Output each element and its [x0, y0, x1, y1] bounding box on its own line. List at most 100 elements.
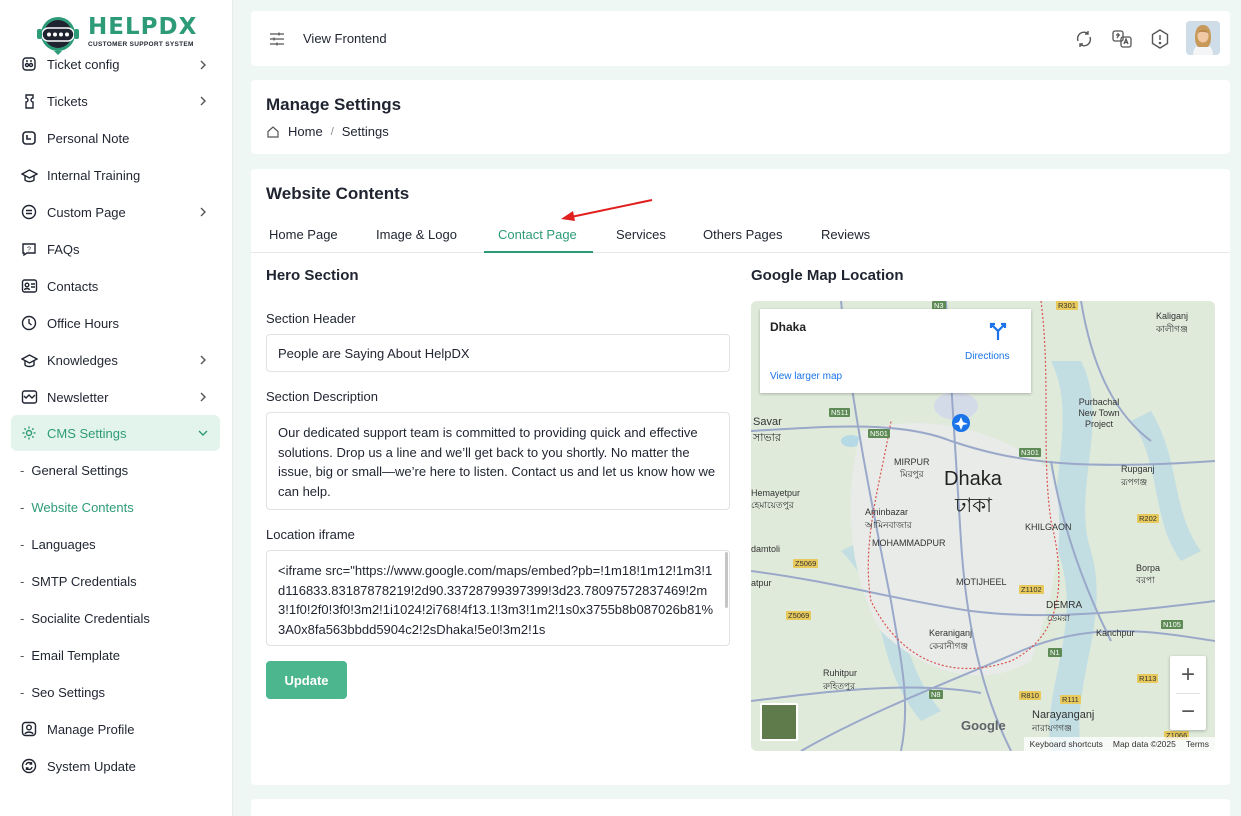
- google-logo: Google: [961, 718, 1006, 733]
- breadcrumb-separator: /: [330, 125, 334, 138]
- sidebar-item-office-hours[interactable]: Office Hours: [11, 305, 220, 341]
- update-button[interactable]: Update: [266, 661, 347, 699]
- alert-icon[interactable]: [1149, 28, 1171, 50]
- map-place-label: ডেমরা: [1047, 613, 1070, 623]
- annotation-arrow-icon: [561, 199, 653, 221]
- tab-services[interactable]: Services: [616, 227, 666, 242]
- view-larger-map-link[interactable]: View larger map: [770, 371, 842, 382]
- tab-contact-page[interactable]: Contact Page: [498, 227, 577, 242]
- map-place-label: Hemayetpur: [751, 488, 801, 498]
- user-icon: [20, 720, 38, 738]
- road-shield: N105: [1161, 620, 1183, 629]
- tab-others-pages[interactable]: Others Pages: [703, 227, 783, 242]
- sidebar-item-knowledges[interactable]: Knowledges: [11, 342, 220, 378]
- map-place-label: Kanchpur: [1096, 628, 1135, 638]
- map-place-label: DEMRA: [1046, 600, 1083, 611]
- location-iframe-textarea[interactable]: <iframe src="https://www.google.com/maps…: [266, 550, 730, 646]
- zoom-in-button[interactable]: +: [1170, 656, 1206, 693]
- dash-marker: -: [20, 573, 25, 589]
- faq-icon: ?: [20, 240, 38, 258]
- tab-reviews[interactable]: Reviews: [821, 227, 870, 242]
- map-place-label: atpur: [751, 578, 772, 588]
- tab-home-page[interactable]: Home Page: [269, 227, 338, 242]
- sidebar-item-internal-training[interactable]: Internal Training: [11, 157, 220, 193]
- active-tab-indicator: [484, 251, 593, 253]
- sidebar-item-custom-page[interactable]: Custom Page: [11, 194, 220, 230]
- section-description-textarea[interactable]: Our dedicated support team is committed …: [266, 412, 730, 510]
- sliders-icon[interactable]: [268, 30, 286, 48]
- subitem-label: Socialite Credentials: [31, 610, 150, 626]
- map-place-label: MOHAMMADPUR: [872, 538, 946, 548]
- subitem-label: Website Contents: [31, 499, 134, 515]
- sidebar-item-label: Office Hours: [47, 315, 120, 331]
- map-place-label: Ruhitpur: [823, 668, 858, 678]
- brand-name: HELPDX: [88, 14, 198, 40]
- directions-icon[interactable]: [988, 321, 1008, 341]
- zoom-out-button[interactable]: −: [1170, 693, 1206, 730]
- svg-text:?: ?: [27, 247, 31, 254]
- translate-icon[interactable]: [1111, 28, 1133, 50]
- section-description-label: Section Description: [266, 389, 378, 404]
- sidebar-subitem-languages[interactable]: - Languages: [20, 534, 96, 554]
- road-shield: R202: [1137, 514, 1159, 523]
- sidebar-item-label: CMS Settings: [47, 425, 127, 441]
- sidebar-subitem-website-contents[interactable]: - Website Contents: [20, 497, 134, 517]
- hero-section-title: Hero Section: [266, 267, 359, 284]
- road-shield: N511: [829, 408, 851, 417]
- map-place-label: KHILGAON: [1025, 522, 1072, 532]
- breadcrumb-home[interactable]: Home: [288, 124, 323, 139]
- map-info-card: Dhaka Directions View larger map: [760, 309, 1031, 393]
- map-place-label: Aminbazar: [865, 507, 909, 517]
- home-icon: [267, 125, 279, 138]
- keyboard-shortcuts-link[interactable]: Keyboard shortcuts: [1030, 739, 1103, 749]
- sidebar-item-faqs[interactable]: ? FAQs: [11, 231, 220, 267]
- sidebar-subitem-socialite-credentials[interactable]: - Socialite Credentials: [20, 608, 150, 628]
- road-shield: R111: [1060, 695, 1081, 704]
- sidebar-item-personal-note[interactable]: Personal Note: [11, 120, 220, 156]
- view-frontend-link[interactable]: View Frontend: [303, 31, 387, 46]
- sidebar-item-label: Custom Page: [47, 204, 126, 220]
- next-card: [251, 799, 1230, 816]
- section-header-label: Section Header: [266, 311, 356, 326]
- map-place-label: হেমায়েতপুর: [751, 500, 794, 510]
- sidebar-item-ticket-config[interactable]: Ticket config: [11, 47, 220, 81]
- map-place-name: Dhaka: [770, 320, 807, 334]
- sidebar-item-manage-profile[interactable]: Manage Profile: [11, 711, 220, 747]
- dash-marker: -: [20, 462, 25, 478]
- avatar-image: [1186, 21, 1220, 55]
- dash-marker: -: [20, 610, 25, 626]
- sidebar-subitem-smtp-credentials[interactable]: - SMTP Credentials: [20, 571, 137, 591]
- training-icon: [20, 166, 38, 184]
- section-title: Website Contents: [266, 184, 410, 203]
- sidebar-item-label: Internal Training: [47, 167, 141, 183]
- dash-marker: -: [20, 499, 25, 515]
- clock-icon: [20, 314, 38, 332]
- sidebar-item-cms-settings[interactable]: CMS Settings: [11, 415, 220, 451]
- sidebar-item-system-update[interactable]: System Update: [11, 748, 220, 784]
- google-map[interactable]: Dhaka ঢাকা Savar সাভার MIRPUR মিরপুর Ami…: [751, 301, 1215, 751]
- sidebar-item-newsletter[interactable]: Newsletter: [11, 379, 220, 415]
- sidebar-item-label: Ticket config: [47, 56, 120, 72]
- section-header-input[interactable]: People are Saying About HelpDX: [266, 334, 730, 372]
- map-city-label: Dhaka: [944, 468, 1002, 490]
- sidebar-item-label: FAQs: [47, 241, 80, 257]
- road-shield: R113: [1137, 674, 1159, 683]
- scrollbar-thumb[interactable]: [725, 552, 728, 608]
- sidebar-item-tickets[interactable]: Tickets: [11, 83, 220, 119]
- map-place-label: MOTIJHEEL: [956, 577, 1007, 587]
- sidebar-subitem-general-settings[interactable]: - General Settings: [20, 460, 128, 480]
- topbar: View Frontend: [251, 11, 1230, 66]
- satellite-toggle[interactable]: [760, 703, 798, 741]
- road-shield: R810: [1019, 691, 1041, 700]
- sidebar-item-contacts[interactable]: Contacts: [11, 268, 220, 304]
- chevron-right-icon: [200, 355, 206, 365]
- terms-link[interactable]: Terms: [1186, 739, 1209, 749]
- sync-icon[interactable]: [1073, 28, 1095, 50]
- directions-link[interactable]: Directions: [965, 351, 1009, 362]
- map-place-label: Narayanganj: [1032, 709, 1095, 721]
- tab-image-logo[interactable]: Image & Logo: [376, 227, 457, 242]
- sidebar-subitem-seo-settings[interactable]: - Seo Settings: [20, 682, 105, 702]
- sidebar-subitem-email-template[interactable]: - Email Template: [20, 645, 120, 665]
- location-iframe-label: Location iframe: [266, 527, 355, 542]
- avatar[interactable]: [1186, 21, 1220, 55]
